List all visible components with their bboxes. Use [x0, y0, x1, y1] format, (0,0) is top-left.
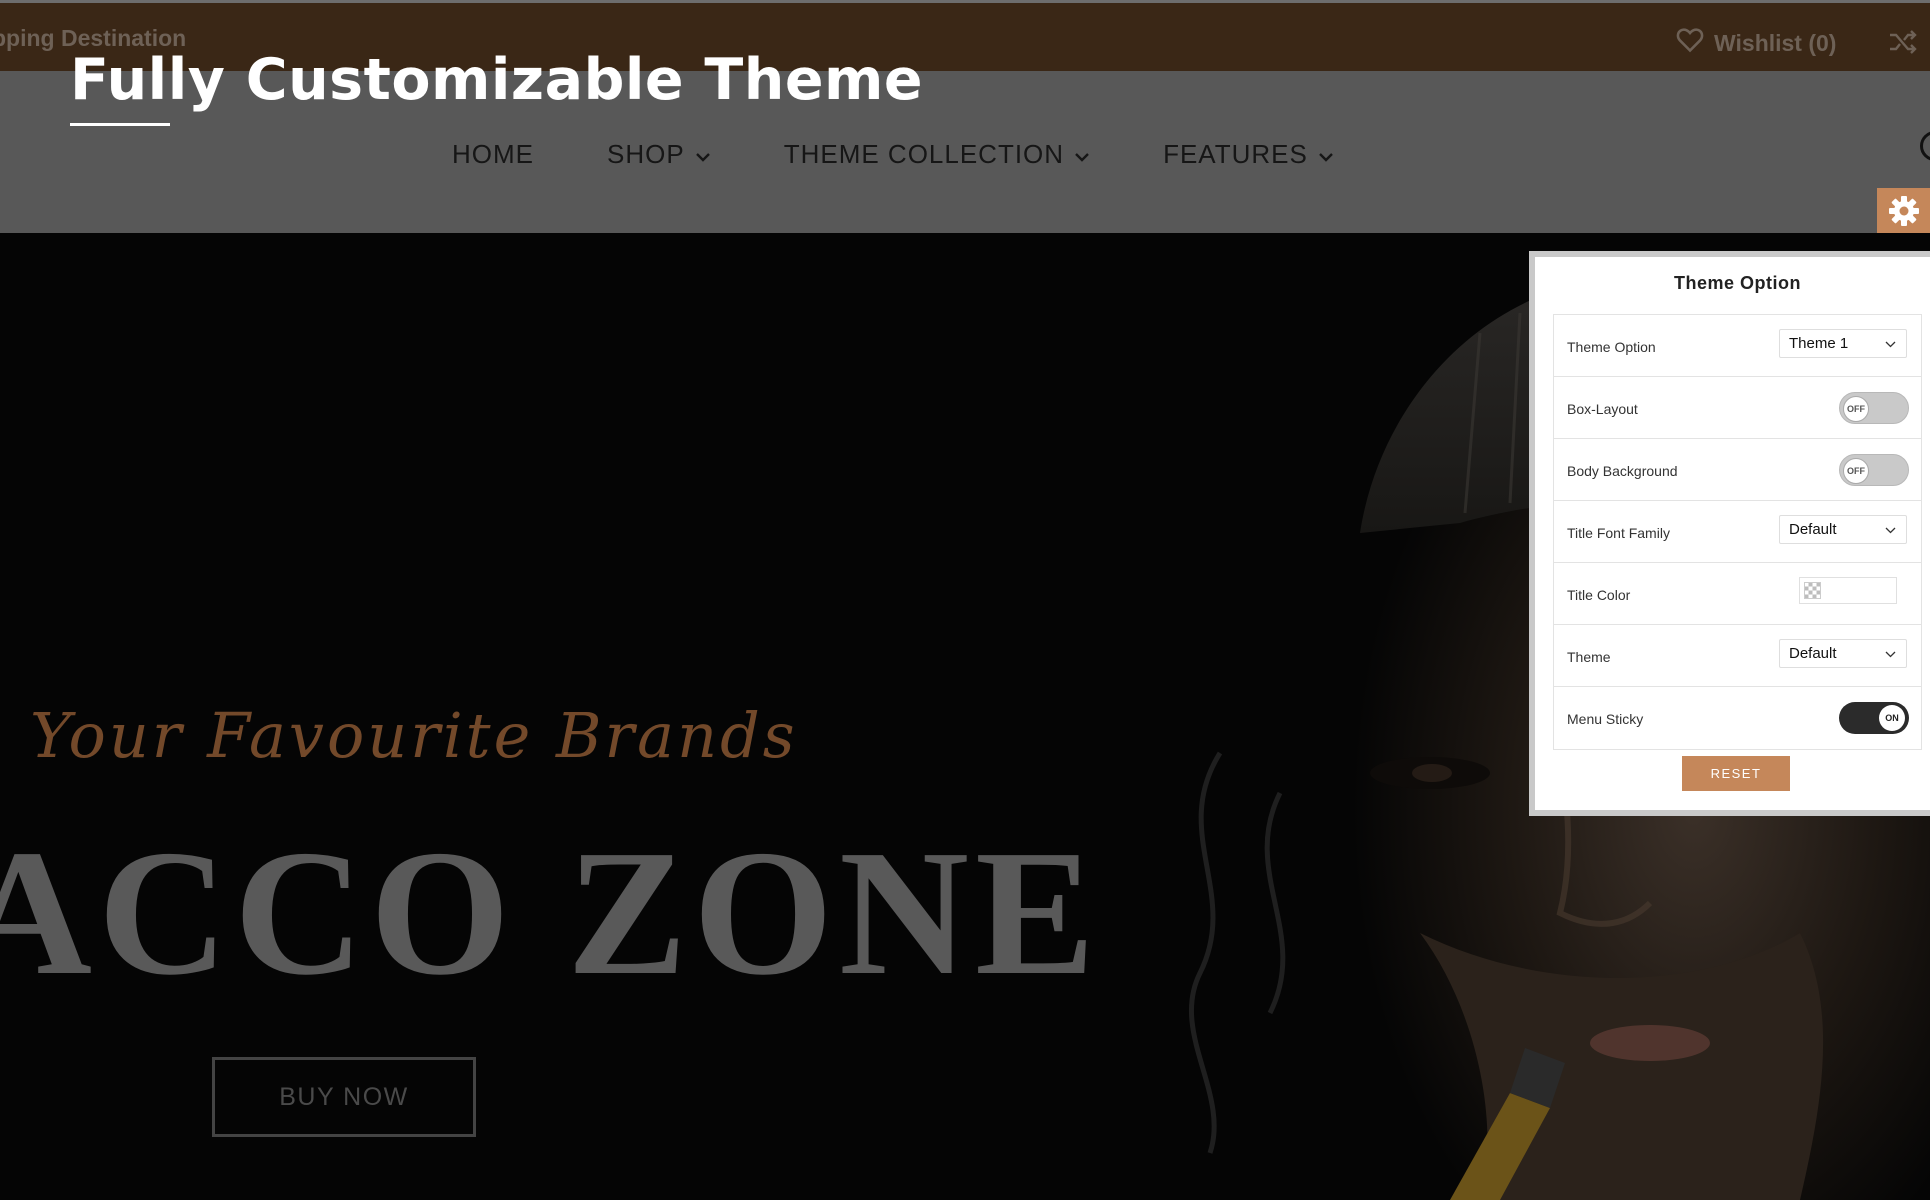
- option-label: Title Font Family: [1567, 525, 1670, 541]
- select-value: Default: [1789, 521, 1837, 538]
- option-row-title-color: Title Color: [1554, 563, 1921, 625]
- nav-item-features[interactable]: FEATURES: [1163, 139, 1334, 170]
- select-value: Theme 1: [1789, 335, 1849, 352]
- option-table: Theme Option Theme 1 Box-Layout OFF Body…: [1553, 314, 1922, 750]
- option-label: Theme Option: [1567, 339, 1656, 355]
- option-row-box-layout: Box-Layout OFF: [1554, 377, 1921, 439]
- option-label: Title Color: [1567, 587, 1631, 603]
- heart-icon: [1676, 27, 1704, 59]
- nav-item-home[interactable]: HOME: [452, 139, 534, 170]
- hero-script-tagline: Your Favourite Brands: [30, 699, 798, 772]
- option-row-body-background: Body Background OFF: [1554, 439, 1921, 501]
- toggle-state: OFF: [1843, 396, 1869, 422]
- reset-button[interactable]: RESET: [1682, 756, 1790, 791]
- chevron-down-icon: [1885, 527, 1896, 534]
- toggle-state: OFF: [1843, 458, 1869, 484]
- option-label: Body Background: [1567, 463, 1678, 479]
- box-layout-toggle[interactable]: OFF: [1839, 392, 1909, 424]
- option-row-theme: Theme Default: [1554, 625, 1921, 687]
- title-font-family-select[interactable]: Default: [1779, 515, 1907, 544]
- page-headline: Fully Customizable Theme: [70, 47, 924, 113]
- nav-item-shop[interactable]: SHOP: [607, 139, 711, 170]
- page: pping Destination Wishlist (0) HOME SHOP…: [0, 0, 1930, 1200]
- wishlist-link[interactable]: Wishlist (0): [1676, 27, 1836, 59]
- theme-settings-toggle[interactable]: [1877, 188, 1930, 238]
- chevron-down-icon: [695, 139, 711, 170]
- chevron-down-icon: [1885, 341, 1896, 348]
- nav-item-label: SHOP: [607, 139, 685, 169]
- option-row-title-font-family: Title Font Family Default: [1554, 501, 1921, 563]
- buy-now-button[interactable]: BUY NOW: [212, 1057, 476, 1137]
- chevron-down-icon: [1885, 651, 1896, 658]
- nav-item-label: FEATURES: [1163, 139, 1308, 169]
- option-row-theme-option: Theme Option Theme 1: [1554, 315, 1921, 377]
- body-background-toggle[interactable]: OFF: [1839, 454, 1909, 486]
- option-row-menu-sticky: Menu Sticky ON: [1554, 687, 1921, 749]
- nav-item-label: THEME COLLECTION: [783, 139, 1065, 169]
- chevron-down-icon: [1074, 139, 1090, 170]
- nav-item-theme-collection[interactable]: THEME COLLECTION: [784, 139, 1090, 170]
- wishlist-label: Wishlist (0): [1714, 29, 1837, 56]
- option-label: Box-Layout: [1567, 401, 1638, 417]
- nav-item-label: HOME: [452, 139, 534, 169]
- color-swatch: [1804, 582, 1821, 599]
- option-label: Menu Sticky: [1567, 711, 1644, 727]
- main-nav: HOME SHOP THEME COLLECTION FEATURES: [452, 139, 1407, 170]
- option-label: Theme: [1567, 649, 1611, 665]
- shuffle-icon[interactable]: [1888, 30, 1918, 54]
- select-value: Default: [1789, 645, 1837, 662]
- theme-select[interactable]: Default: [1779, 639, 1907, 668]
- toggle-state: ON: [1879, 705, 1905, 731]
- title-color-picker[interactable]: [1799, 577, 1897, 604]
- hero-title: ACCO ZONE: [0, 813, 1102, 1012]
- headline-underline: [70, 123, 170, 126]
- search-icon[interactable]: [1920, 131, 1930, 161]
- theme-option-select[interactable]: Theme 1: [1779, 329, 1907, 358]
- chevron-down-icon: [1318, 139, 1334, 170]
- theme-option-panel: Theme Option Theme Option Theme 1 Box-La…: [1529, 251, 1930, 816]
- menu-sticky-toggle[interactable]: ON: [1839, 702, 1909, 734]
- gear-icon: [1888, 195, 1920, 232]
- panel-title: Theme Option: [1674, 273, 1801, 293]
